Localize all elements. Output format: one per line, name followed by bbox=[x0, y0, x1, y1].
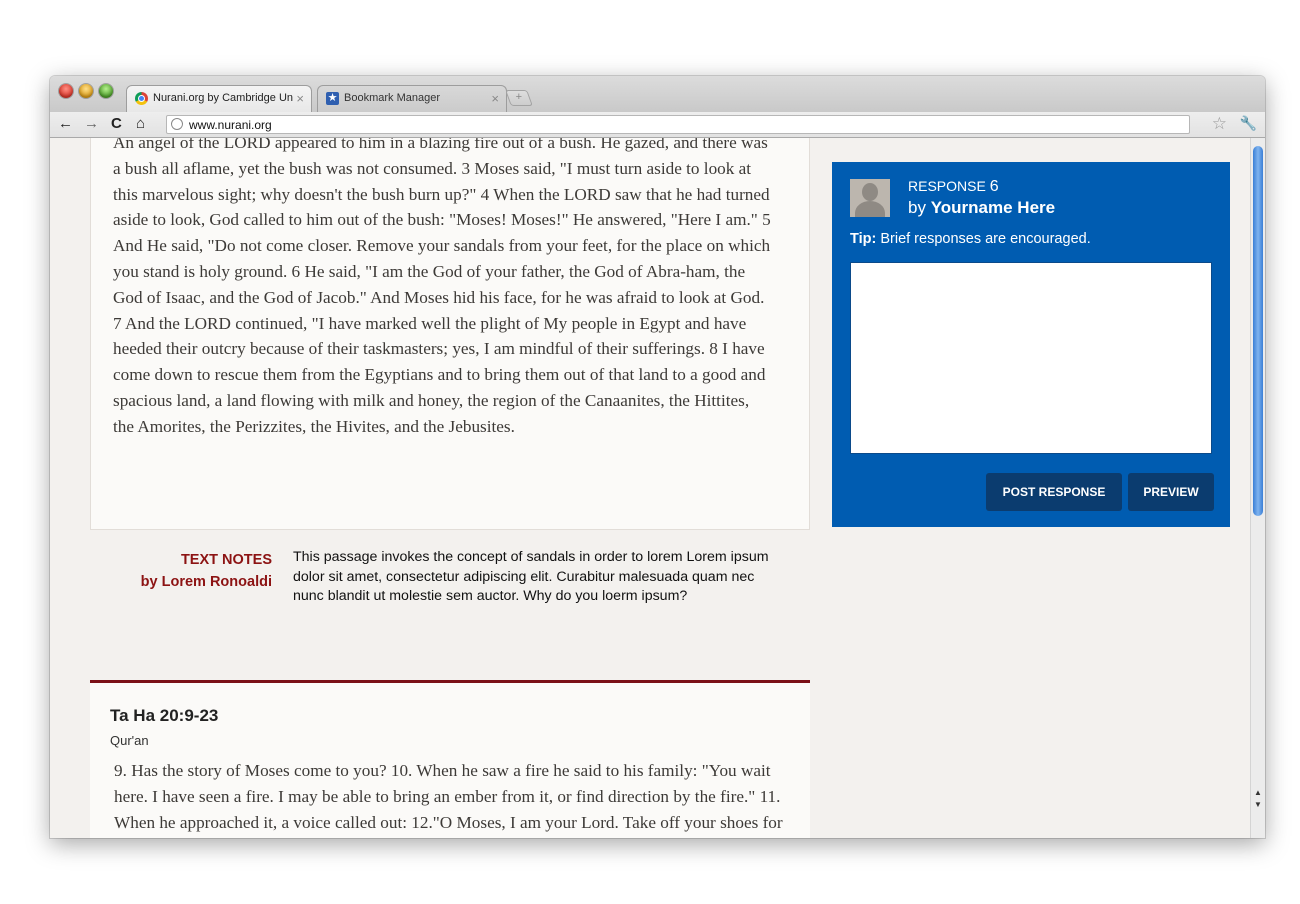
response-tip: Tip: Brief responses are encouraged. bbox=[850, 231, 1091, 247]
text-notes-title: TEXT NOTES bbox=[180, 552, 272, 568]
home-icon[interactable]: ⌂ bbox=[136, 115, 145, 132]
passage-reference: Ta Ha 20:9-23 bbox=[110, 706, 219, 725]
tip-label: Tip: bbox=[850, 231, 877, 247]
response-count: 6 bbox=[989, 178, 999, 195]
preview-button[interactable]: PREVIEW bbox=[1128, 473, 1214, 511]
tab-bookmark-manager[interactable]: ★ Bookmark Manager × bbox=[317, 85, 507, 112]
text-notes: TEXT NOTES by Lorem Ronoaldi This passag… bbox=[90, 548, 810, 648]
bookmark-star-icon: ★ bbox=[326, 92, 339, 105]
scrollbar-thumb[interactable] bbox=[1253, 146, 1263, 516]
plus-icon: + bbox=[515, 91, 523, 103]
tab-title: Nurani.org by Cambridge Un bbox=[153, 92, 293, 104]
page-viewport: An angel of the LORD appeared to him in … bbox=[50, 138, 1250, 838]
tab-close-icon[interactable]: × bbox=[491, 91, 499, 106]
tab-title: Bookmark Manager bbox=[344, 92, 440, 104]
passage-text: An angel of the LORD appeared to him in … bbox=[113, 138, 771, 436]
chrome-icon bbox=[135, 92, 148, 105]
close-window-button[interactable] bbox=[59, 84, 73, 98]
text-notes-body: This passage invokes the concept of sand… bbox=[293, 549, 769, 605]
tip-text: Brief responses are encouraged. bbox=[880, 231, 1091, 247]
scripture-passage-card: An angel of the LORD appeared to him in … bbox=[90, 138, 810, 530]
url-text[interactable]: www.nurani.org bbox=[189, 118, 272, 132]
post-response-button[interactable]: POST RESPONSE bbox=[986, 473, 1122, 511]
browser-window: Nurani.org by Cambridge Un × ★ Bookmark … bbox=[50, 76, 1265, 838]
reload-icon[interactable]: C bbox=[111, 115, 122, 132]
bookmark-star-icon[interactable]: ☆ bbox=[1212, 114, 1227, 134]
tab-strip: Nurani.org by Cambridge Un × ★ Bookmark … bbox=[50, 76, 1265, 112]
scroll-up-icon[interactable]: ▲ bbox=[1254, 788, 1262, 797]
address-bar[interactable]: www.nurani.org bbox=[166, 115, 1190, 134]
back-arrow-icon[interactable]: ← bbox=[58, 115, 73, 132]
tab-nurani[interactable]: Nurani.org by Cambridge Un × bbox=[126, 85, 312, 112]
text-notes-author[interactable]: by Lorem Ronoaldi bbox=[141, 571, 272, 593]
zoom-window-button[interactable] bbox=[99, 84, 113, 98]
response-by-label: by bbox=[908, 198, 926, 217]
new-tab-button[interactable]: + bbox=[505, 90, 533, 106]
globe-icon bbox=[171, 118, 183, 130]
passage-source: Qur'an bbox=[110, 733, 149, 748]
quran-passage-card: Ta Ha 20:9-23 Qur'an 9. Has the story of… bbox=[90, 680, 810, 838]
wrench-icon[interactable]: 🔧 bbox=[1240, 115, 1257, 132]
scroll-down-icon[interactable]: ▼ bbox=[1254, 800, 1262, 809]
avatar bbox=[850, 179, 890, 217]
tab-close-icon[interactable]: × bbox=[296, 91, 304, 106]
vertical-scrollbar[interactable]: ▲ ▼ bbox=[1250, 138, 1265, 838]
minimize-window-button[interactable] bbox=[79, 84, 93, 98]
response-number: RESPONSE 6 bbox=[908, 178, 999, 196]
browser-toolbar: ← → C ⌂ www.nurani.org ☆ 🔧 bbox=[50, 112, 1265, 138]
response-panel: RESPONSE 6 by Yourname Here Tip: Brief r… bbox=[832, 162, 1230, 527]
response-label: RESPONSE bbox=[908, 178, 986, 194]
response-author-name: Yourname Here bbox=[930, 198, 1056, 217]
response-author: by Yourname Here bbox=[908, 198, 1055, 218]
forward-arrow-icon[interactable]: → bbox=[84, 115, 99, 132]
passage-text: 9. Has the story of Moses come to you? 1… bbox=[114, 761, 783, 832]
response-textarea[interactable] bbox=[850, 262, 1212, 454]
